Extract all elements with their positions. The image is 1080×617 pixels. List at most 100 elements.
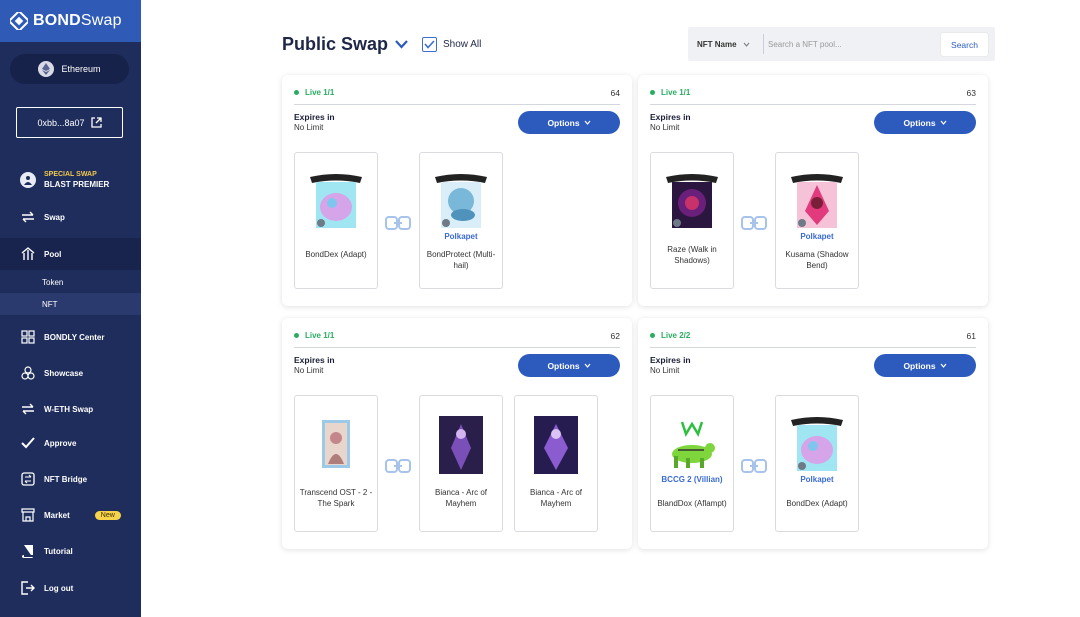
live-dot-icon [294, 333, 299, 338]
checkbox-checked-icon [422, 37, 437, 52]
nav-swap[interactable]: Swap [0, 208, 141, 226]
nft-collection: BCCG 2 (Villian) [661, 475, 723, 484]
status-badge: Live 2/2 [650, 331, 690, 340]
nav-pool-nft[interactable]: NFT [0, 293, 141, 315]
swap-link-icon [385, 216, 411, 230]
nft-name: Kusama (Shadow Bend) [785, 250, 849, 270]
nft-artwork-bianca [534, 416, 578, 474]
nav-pool-token[interactable]: Token [0, 271, 141, 293]
nft-collection: Polkapet [444, 232, 478, 241]
nft-card[interactable]: BondDex (Adapt) [294, 152, 378, 289]
expires-label: Expires in [294, 112, 335, 122]
special-swap-link[interactable]: SPECIAL SWAP BLAST PREMIER [20, 170, 109, 190]
special-swap-label: SPECIAL SWAP [44, 171, 97, 178]
status-label: Live 2/2 [661, 331, 691, 340]
swap-link-icon [741, 216, 767, 230]
chevron-down-icon [940, 120, 947, 125]
chevron-down-icon [743, 42, 749, 47]
network-label: Ethereum [61, 64, 101, 74]
nav-label: NFT Bridge [44, 474, 88, 484]
nft-card[interactable]: Polkapet Kusama (Shadow Bend) [775, 152, 859, 289]
expires-label: Expires in [650, 112, 691, 122]
nft-artwork-raze [666, 174, 718, 228]
expires-label: Expires in [294, 355, 335, 365]
status-badge: Live 1/1 [294, 331, 334, 340]
nft-collection: Polkapet [800, 475, 834, 484]
options-button[interactable]: Options [874, 354, 976, 377]
network-selector[interactable]: Ethereum [10, 54, 129, 84]
brand-logo[interactable]: BOND Swap [0, 0, 141, 42]
nft-card[interactable]: Raze (Walk in Shadows) [650, 152, 734, 289]
nav-tutorial[interactable]: Tutorial [0, 542, 141, 560]
nft-name: Bianca - Arc of Mayhem [434, 488, 488, 508]
nft-card[interactable]: Polkapet BondDex (Adapt) [775, 395, 859, 532]
nft-artwork-bccg [672, 421, 715, 468]
pool-number: 63 [966, 88, 976, 98]
nft-name-filter[interactable]: NFT Name [697, 27, 750, 61]
options-label: Options [547, 117, 580, 128]
options-label: Options [547, 360, 580, 371]
divider [294, 347, 620, 348]
nft-card[interactable]: Bianca - Arc of Mayhem [419, 395, 503, 532]
nft-artwork-bonddex [791, 417, 843, 471]
status-label: Live 1/1 [305, 88, 335, 97]
swap-pool-card: Live 1/1 62 Expires in No Limit Options … [282, 318, 632, 549]
nav-pool[interactable]: Pool [0, 238, 141, 270]
nav-weth-swap[interactable]: W-ETH Swap [0, 400, 141, 418]
pool-number: 61 [966, 331, 976, 341]
nav-logout[interactable]: Log out [0, 579, 141, 597]
search-input[interactable] [768, 32, 938, 56]
live-dot-icon [650, 333, 655, 338]
options-label: Options [903, 360, 936, 371]
status-label: Live 1/1 [305, 331, 335, 340]
divider [294, 104, 620, 105]
nft-name: BondProtect (Multi-hail) [426, 250, 496, 270]
expires-value: No Limit [650, 123, 680, 132]
divider [650, 104, 976, 105]
options-label: Options [903, 117, 936, 128]
nft-card[interactable]: Polkapet BondProtect (Multi-hail) [419, 152, 503, 289]
nft-name: BlandDox (Aflampt) [657, 499, 727, 508]
nav-bondly-center[interactable]: BONDLY Center [0, 328, 141, 346]
live-dot-icon [294, 90, 299, 95]
swap-arrows-icon [20, 401, 36, 417]
search-button[interactable]: Search [941, 33, 988, 56]
show-all-checkbox[interactable]: Show All [422, 37, 481, 52]
ethereum-icon [38, 61, 55, 77]
status-badge: Live 1/1 [650, 88, 690, 97]
sidebar: BOND Swap Ethereum 0xbb...8a07 SPECIAL SW… [0, 0, 141, 617]
new-badge: New [94, 510, 121, 520]
nft-card[interactable]: BCCG 2 (Villian) BlandDox (Aflampt) [650, 395, 734, 532]
options-button[interactable]: Options [518, 354, 620, 377]
status-badge: Live 1/1 [294, 88, 334, 97]
bridge-icon [20, 471, 36, 487]
page-title-dropdown[interactable]: Public Swap [282, 34, 408, 55]
nav-showcase[interactable]: Showcase [0, 364, 141, 382]
wallet-button[interactable]: 0xbb...8a07 [16, 107, 123, 138]
blast-premier-label: BLAST PREMIER [44, 180, 110, 189]
blast-icon [20, 172, 36, 188]
nav-approve[interactable]: Approve [0, 434, 141, 452]
expires-value: No Limit [294, 123, 324, 132]
live-dot-icon [650, 90, 655, 95]
book-icon [20, 543, 36, 559]
nft-name: Transcend OST - 2 - The Spark [299, 488, 373, 508]
swap-link-icon [385, 459, 411, 473]
options-button[interactable]: Options [518, 111, 620, 134]
nft-name: BondDex (Adapt) [786, 499, 848, 508]
chevron-down-icon [940, 363, 947, 368]
brand-suffix: Swap [80, 12, 122, 29]
nav-label: Showcase [44, 368, 84, 378]
nav-nft-bridge[interactable]: NFT Bridge [0, 470, 141, 488]
brand-prefix: BOND [33, 12, 81, 29]
nft-card[interactable]: Bianca - Arc of Mayhem [514, 395, 598, 532]
options-button[interactable]: Options [874, 111, 976, 134]
nft-name: Raze (Walk in Shadows) [667, 245, 717, 265]
wallet-address: 0xbb...8a07 [37, 117, 85, 128]
nft-artwork-kusama [791, 174, 843, 228]
nft-card[interactable]: Transcend OST - 2 - The Spark [294, 395, 378, 532]
swap-arrows-icon [20, 209, 36, 225]
nft-artwork-transcend [322, 420, 350, 468]
external-link-icon [90, 117, 102, 128]
nav-market[interactable]: Market New [0, 506, 141, 524]
